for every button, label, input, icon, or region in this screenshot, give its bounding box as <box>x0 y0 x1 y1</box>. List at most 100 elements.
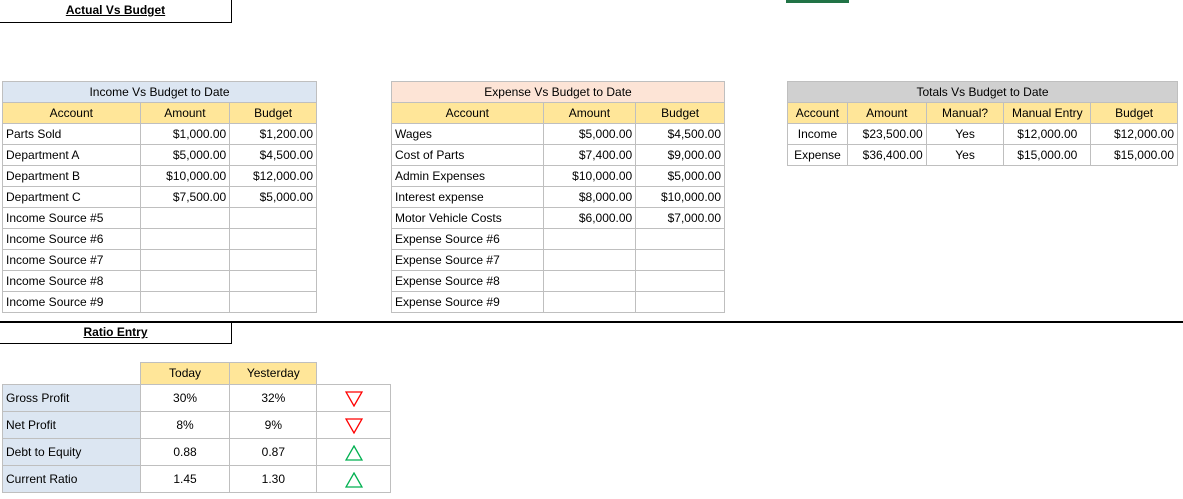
income-amount-cell[interactable]: $5,000.00 <box>139 144 231 166</box>
expense-budget-cell[interactable]: $9,000.00 <box>635 144 725 166</box>
ratio-label-cell[interactable]: Debt to Equity <box>2 438 141 466</box>
expense-budget-cell[interactable] <box>635 270 725 292</box>
totals-header-amount[interactable]: Amount <box>846 102 927 124</box>
income-amount-cell[interactable] <box>139 249 231 271</box>
income-account-cell[interactable]: Department B <box>2 165 141 187</box>
expense-budget-cell[interactable]: $5,000.00 <box>635 165 725 187</box>
ratio-today-cell[interactable]: 0.88 <box>139 438 231 466</box>
ratio-today-cell[interactable]: 8% <box>139 411 231 439</box>
income-amount-cell[interactable] <box>139 291 231 313</box>
income-budget-cell[interactable] <box>229 291 317 313</box>
ratio-today-cell[interactable]: 30% <box>139 384 231 412</box>
table-row: Debt to Equity 0.88 0.87 <box>2 438 391 466</box>
table-row: Admin Expenses $10,000.00 $5,000.00 <box>391 165 725 187</box>
expense-amount-cell[interactable]: $6,000.00 <box>542 207 637 229</box>
expense-amount-cell[interactable]: $5,000.00 <box>542 123 637 145</box>
ratio-label-cell[interactable]: Net Profit <box>2 411 141 439</box>
income-amount-cell[interactable] <box>139 270 231 292</box>
expense-header-budget[interactable]: Budget <box>635 102 725 124</box>
expense-budget-cell[interactable] <box>635 249 725 271</box>
income-budget-cell[interactable]: $4,500.00 <box>229 144 317 166</box>
expense-table-title[interactable]: Expense Vs Budget to Date <box>391 81 725 103</box>
income-table-title[interactable]: Income Vs Budget to Date <box>2 81 317 103</box>
ratio-label-cell[interactable]: Gross Profit <box>2 384 141 412</box>
income-account-cell[interactable]: Income Source #5 <box>2 207 141 229</box>
expense-account-cell[interactable]: Interest expense <box>391 186 544 208</box>
income-amount-cell[interactable]: $10,000.00 <box>139 165 231 187</box>
income-budget-cell[interactable] <box>229 249 317 271</box>
expense-header-account[interactable]: Account <box>391 102 544 124</box>
expense-amount-cell[interactable] <box>542 228 637 250</box>
totals-budget-cell[interactable]: $12,000.00 <box>1090 123 1178 145</box>
income-account-cell[interactable]: Income Source #6 <box>2 228 141 250</box>
ratio-trend-cell[interactable] <box>316 438 391 466</box>
income-budget-cell[interactable] <box>229 270 317 292</box>
expense-account-cell[interactable]: Wages <box>391 123 544 145</box>
totals-account-cell[interactable]: Income <box>787 123 848 145</box>
expense-header-amount[interactable]: Amount <box>542 102 637 124</box>
ratio-trend-cell[interactable] <box>316 465 391 493</box>
totals-manual-entry-cell[interactable]: $15,000.00 <box>1003 144 1092 166</box>
ratio-yesterday-cell[interactable]: 9% <box>229 411 318 439</box>
expense-amount-cell[interactable] <box>542 270 637 292</box>
expense-amount-cell[interactable]: $10,000.00 <box>542 165 637 187</box>
income-amount-cell[interactable] <box>139 228 231 250</box>
expense-budget-cell[interactable] <box>635 291 725 313</box>
income-budget-cell[interactable]: $1,200.00 <box>229 123 317 145</box>
expense-account-cell[interactable]: Cost of Parts <box>391 144 544 166</box>
income-account-cell[interactable]: Income Source #7 <box>2 249 141 271</box>
actual-vs-budget-title[interactable]: Actual Vs Budget <box>0 0 232 23</box>
income-header-account[interactable]: Account <box>2 102 141 124</box>
totals-amount-cell[interactable]: $36,400.00 <box>846 144 927 166</box>
totals-manual-cell[interactable]: Yes <box>925 123 1005 145</box>
ratio-yesterday-cell[interactable]: 0.87 <box>229 438 318 466</box>
expense-account-cell[interactable]: Admin Expenses <box>391 165 544 187</box>
ratio-entry-title[interactable]: Ratio Entry <box>0 322 232 344</box>
income-amount-cell[interactable] <box>139 207 231 229</box>
ratio-header-today[interactable]: Today <box>139 362 231 385</box>
income-amount-cell[interactable]: $7,500.00 <box>139 186 231 208</box>
expense-budget-cell[interactable]: $7,000.00 <box>635 207 725 229</box>
expense-amount-cell[interactable] <box>542 249 637 271</box>
expense-account-cell[interactable]: Motor Vehicle Costs <box>391 207 544 229</box>
income-header-amount[interactable]: Amount <box>139 102 231 124</box>
totals-header-account[interactable]: Account <box>787 102 848 124</box>
totals-manual-cell[interactable]: Yes <box>925 144 1005 166</box>
expense-budget-cell[interactable] <box>635 228 725 250</box>
expense-amount-cell[interactable]: $8,000.00 <box>542 186 637 208</box>
income-header-budget[interactable]: Budget <box>229 102 317 124</box>
expense-account-cell[interactable]: Expense Source #7 <box>391 249 544 271</box>
ratio-yesterday-cell[interactable]: 1.30 <box>229 465 318 493</box>
income-account-cell[interactable]: Department C <box>2 186 141 208</box>
ratio-trend-cell[interactable] <box>316 411 391 439</box>
totals-amount-cell[interactable]: $23,500.00 <box>846 123 927 145</box>
ratio-trend-cell[interactable] <box>316 384 391 412</box>
expense-account-cell[interactable]: Expense Source #8 <box>391 270 544 292</box>
expense-budget-cell[interactable]: $4,500.00 <box>635 123 725 145</box>
totals-header-budget[interactable]: Budget <box>1090 102 1178 124</box>
income-account-cell[interactable]: Parts Sold <box>2 123 141 145</box>
income-budget-cell[interactable] <box>229 228 317 250</box>
ratio-today-cell[interactable]: 1.45 <box>139 465 231 493</box>
income-account-cell[interactable]: Department A <box>2 144 141 166</box>
totals-budget-cell[interactable]: $15,000.00 <box>1090 144 1178 166</box>
income-budget-cell[interactable]: $5,000.00 <box>229 186 317 208</box>
totals-table-title[interactable]: Totals Vs Budget to Date <box>787 81 1178 103</box>
income-amount-cell[interactable]: $1,000.00 <box>139 123 231 145</box>
expense-budget-cell[interactable]: $10,000.00 <box>635 186 725 208</box>
ratio-yesterday-cell[interactable]: 32% <box>229 384 318 412</box>
income-account-cell[interactable]: Income Source #8 <box>2 270 141 292</box>
ratio-header-yesterday[interactable]: Yesterday <box>229 362 318 385</box>
totals-manual-entry-cell[interactable]: $12,000.00 <box>1003 123 1092 145</box>
income-budget-cell[interactable] <box>229 207 317 229</box>
totals-header-manual[interactable]: Manual? <box>925 102 1005 124</box>
income-budget-cell[interactable]: $12,000.00 <box>229 165 317 187</box>
income-account-cell[interactable]: Income Source #9 <box>2 291 141 313</box>
ratio-label-cell[interactable]: Current Ratio <box>2 465 141 493</box>
expense-amount-cell[interactable] <box>542 291 637 313</box>
expense-account-cell[interactable]: Expense Source #6 <box>391 228 544 250</box>
totals-account-cell[interactable]: Expense <box>787 144 848 166</box>
expense-amount-cell[interactable]: $7,400.00 <box>542 144 637 166</box>
expense-account-cell[interactable]: Expense Source #9 <box>391 291 544 313</box>
totals-header-manual-entry[interactable]: Manual Entry <box>1003 102 1092 124</box>
